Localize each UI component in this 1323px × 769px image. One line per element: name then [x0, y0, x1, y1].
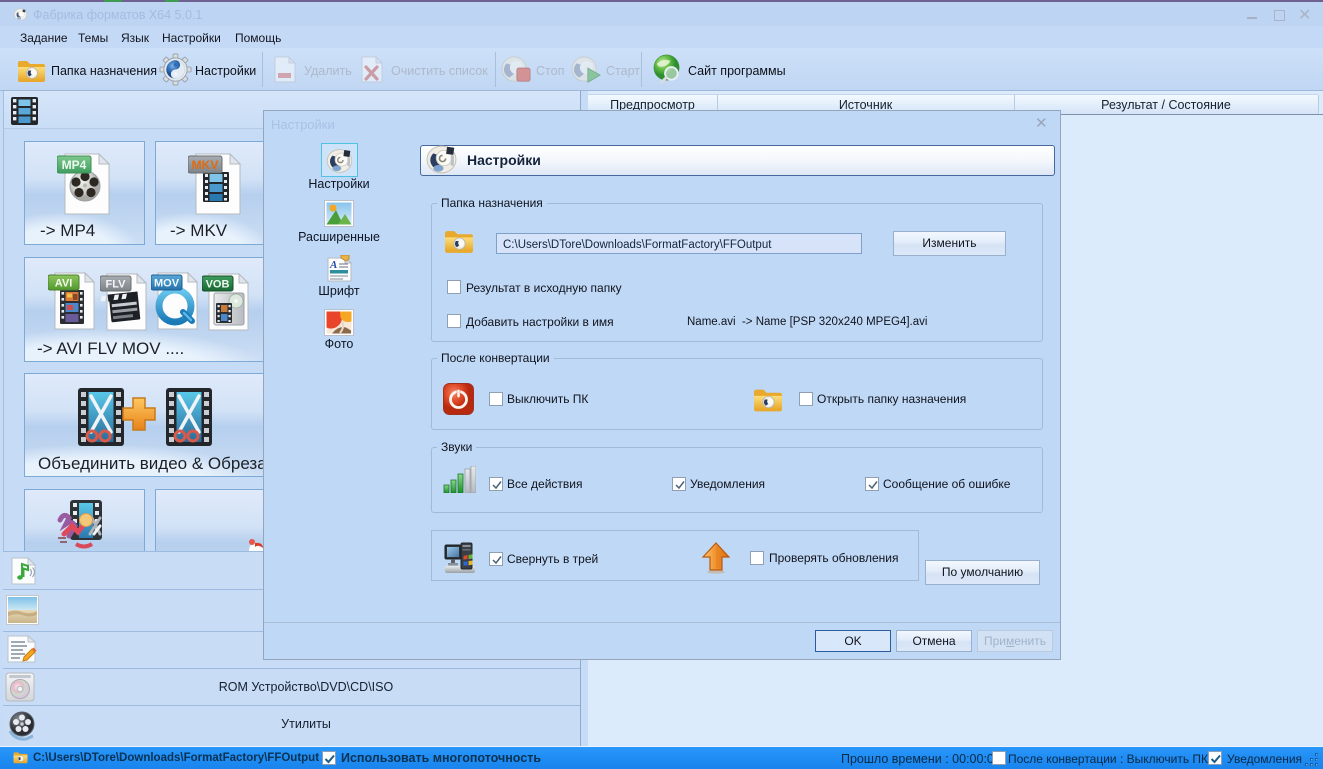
svg-text:MOV: MOV — [154, 278, 180, 290]
svg-text:MP4: MP4 — [62, 158, 87, 172]
svg-text:AVI: AVI — [55, 278, 73, 290]
svg-text:VOB: VOB — [206, 279, 230, 291]
svg-text:FLV: FLV — [106, 279, 127, 291]
svg-text:A: A — [329, 259, 337, 271]
svg-text:MKV: MKV — [192, 158, 219, 172]
